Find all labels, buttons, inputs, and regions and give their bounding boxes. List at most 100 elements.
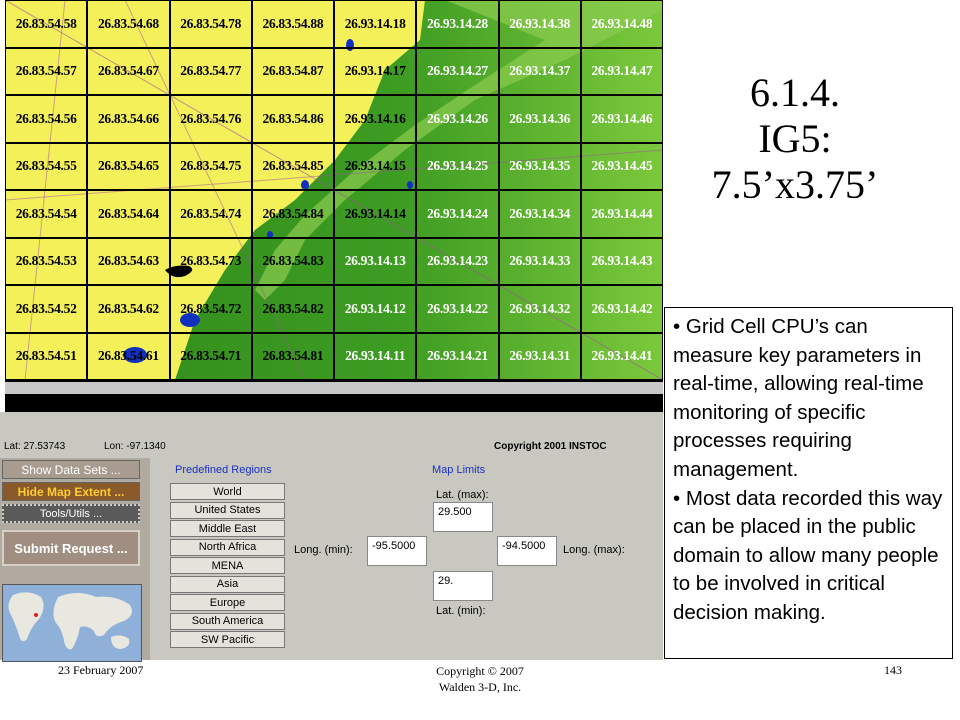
grid-cell[interactable]: 26.83.54.55: [5, 142, 88, 190]
grid-cell[interactable]: 26.83.54.83: [251, 237, 334, 285]
grid-cell[interactable]: 26.83.54.53: [5, 237, 88, 285]
map-limits-label: Map Limits: [432, 464, 486, 476]
page-number: 143: [884, 663, 902, 677]
hide-map-extent-button[interactable]: Hide Map Extent ...: [2, 482, 140, 501]
grid-cell[interactable]: 26.83.54.73: [169, 237, 252, 285]
long-min-label: Long. (min):: [294, 544, 353, 556]
grid-cell[interactable]: 26.93.14.47: [580, 47, 663, 95]
region-button[interactable]: Middle East: [170, 520, 285, 537]
grid-cell[interactable]: 26.83.54.67: [87, 47, 170, 95]
grid-cell[interactable]: 26.93.14.44: [580, 190, 663, 238]
region-button[interactable]: SW Pacific: [170, 631, 285, 648]
grid-cell[interactable]: 26.93.14.16: [334, 95, 417, 143]
grid-cell[interactable]: 26.93.14.23: [416, 237, 499, 285]
grid-cell[interactable]: 26.83.54.57: [5, 47, 88, 95]
status-bar: Lat: 27.53743 Lon: -97.1340 Copyright 20…: [0, 436, 663, 458]
long-max-label: Long. (max):: [563, 544, 625, 556]
lat-max-input[interactable]: 29.500: [433, 502, 493, 532]
latitude-readout: Lat: 27.53743: [4, 441, 66, 452]
tools-utils-button[interactable]: Tools/Utils ...: [2, 504, 140, 523]
title-line-1: 6.1.4.: [750, 70, 840, 115]
grid-cell[interactable]: 26.83.54.54: [5, 190, 88, 238]
region-button[interactable]: United States: [170, 501, 285, 519]
world-overview-map[interactable]: [2, 584, 142, 662]
map-divider: [5, 382, 663, 416]
region-button[interactable]: North Africa: [170, 538, 285, 556]
grid-cell[interactable]: 26.83.54.87: [251, 47, 334, 95]
grid-cell[interactable]: 26.93.14.41: [580, 332, 663, 380]
map-view[interactable]: 26.83.54.58 26.83.54.68 26.83.54.78 26.83.5…: [5, 0, 663, 382]
grid-cell[interactable]: 26.83.54.65: [87, 142, 170, 190]
grid-cell[interactable]: 26.93.14.13: [334, 237, 417, 285]
long-min-input[interactable]: -95.5000: [367, 536, 427, 566]
grid-cell[interactable]: 26.93.14.15: [334, 142, 417, 190]
grid-cell[interactable]: 26.93.14.31: [498, 332, 581, 380]
grid-cell[interactable]: 26.93.14.32: [498, 285, 581, 333]
lat-min-input[interactable]: 29.: [433, 571, 493, 601]
grid-cell[interactable]: 26.83.54.81: [251, 332, 334, 380]
grid-cell[interactable]: 26.83.54.78: [169, 0, 252, 48]
app-copyright: Copyright 2001 INSTOC: [494, 441, 607, 452]
grid-cell[interactable]: 26.93.14.34: [498, 190, 581, 238]
bullet-2: • Most data recorded this way can be pla…: [673, 486, 943, 624]
grid-cell[interactable]: 26.83.54.64: [87, 190, 170, 238]
footer-copyright-line1: Copyright © 2007: [436, 664, 524, 678]
lat-max-label: Lat. (max):: [436, 489, 489, 501]
slide-title: 6.1.4. IG5: 7.5’x3.75’: [700, 70, 890, 208]
grid-cell[interactable]: 26.83.54.74: [169, 190, 252, 238]
grid-cell[interactable]: 26.83.54.85: [251, 142, 334, 190]
submit-request-button[interactable]: Submit Request ...: [2, 530, 140, 566]
region-button[interactable]: South America: [170, 612, 285, 630]
grid-cell[interactable]: 26.93.14.28: [416, 0, 499, 48]
grid-cell[interactable]: 26.83.54.82: [251, 285, 334, 333]
grid-cell[interactable]: 26.83.54.52: [5, 285, 88, 333]
grid-cell[interactable]: 26.93.14.42: [580, 285, 663, 333]
grid-cell[interactable]: 26.83.54.77: [169, 47, 252, 95]
show-data-sets-button[interactable]: Show Data Sets ...: [2, 460, 140, 479]
grid-cell[interactable]: 26.93.14.22: [416, 285, 499, 333]
grid-cell[interactable]: 26.93.14.45: [580, 142, 663, 190]
region-button[interactable]: World: [170, 483, 285, 500]
grid-cell[interactable]: 26.83.54.62: [87, 285, 170, 333]
grid-cell[interactable]: 26.93.14.33: [498, 237, 581, 285]
grid-cell[interactable]: 26.93.14.25: [416, 142, 499, 190]
grid-cell[interactable]: 26.93.14.43: [580, 237, 663, 285]
grid-cell[interactable]: 26.93.14.36: [498, 95, 581, 143]
region-button[interactable]: Europe: [170, 594, 285, 611]
region-button[interactable]: MENA: [170, 557, 285, 574]
grid-cell[interactable]: 26.83.54.71: [169, 332, 252, 380]
grid-cell[interactable]: 26.93.14.18: [334, 0, 417, 48]
grid-cell[interactable]: 26.83.54.61: [87, 332, 170, 380]
grid-cell[interactable]: 26.83.54.68: [87, 0, 170, 48]
long-max-input[interactable]: -94.5000: [497, 536, 557, 566]
grid-cell[interactable]: 26.83.54.66: [87, 95, 170, 143]
grid-cell[interactable]: 26.93.14.11: [334, 332, 417, 380]
grid-cell[interactable]: 26.93.14.48: [580, 0, 663, 48]
grid-cell[interactable]: 26.83.54.88: [251, 0, 334, 48]
grid-cell[interactable]: 26.93.14.24: [416, 190, 499, 238]
grid-cell[interactable]: 26.83.54.51: [5, 332, 88, 380]
region-button[interactable]: Asia: [170, 575, 285, 593]
grid-cell[interactable]: 26.83.54.72: [169, 285, 252, 333]
grid-cell[interactable]: 26.93.14.37: [498, 47, 581, 95]
grid-cell[interactable]: 26.93.14.35: [498, 142, 581, 190]
location-marker-icon: [34, 613, 38, 617]
grid-cell[interactable]: 26.83.54.56: [5, 95, 88, 143]
grid-cell[interactable]: 26.83.54.84: [251, 190, 334, 238]
grid-cell[interactable]: 26.93.14.21: [416, 332, 499, 380]
grid-cell[interactable]: 26.83.54.58: [5, 0, 88, 48]
grid-cell[interactable]: 26.83.54.75: [169, 142, 252, 190]
grid-cell[interactable]: 26.83.54.63: [87, 237, 170, 285]
grid-cell[interactable]: 26.93.14.26: [416, 95, 499, 143]
grid-cell[interactable]: 26.83.54.76: [169, 95, 252, 143]
longitude-readout: Lon: -97.1340: [104, 441, 166, 452]
grid-cell[interactable]: 26.93.14.17: [334, 47, 417, 95]
lat-min-label: Lat. (min):: [436, 605, 486, 617]
footer-date: 23 February 2007: [58, 663, 144, 677]
grid-cell[interactable]: 26.93.14.38: [498, 0, 581, 48]
grid-cell[interactable]: 26.93.14.27: [416, 47, 499, 95]
grid-cell[interactable]: 26.93.14.14: [334, 190, 417, 238]
grid-cell[interactable]: 26.93.14.12: [334, 285, 417, 333]
grid-cell[interactable]: 26.83.54.86: [251, 95, 334, 143]
grid-cell[interactable]: 26.93.14.46: [580, 95, 663, 143]
